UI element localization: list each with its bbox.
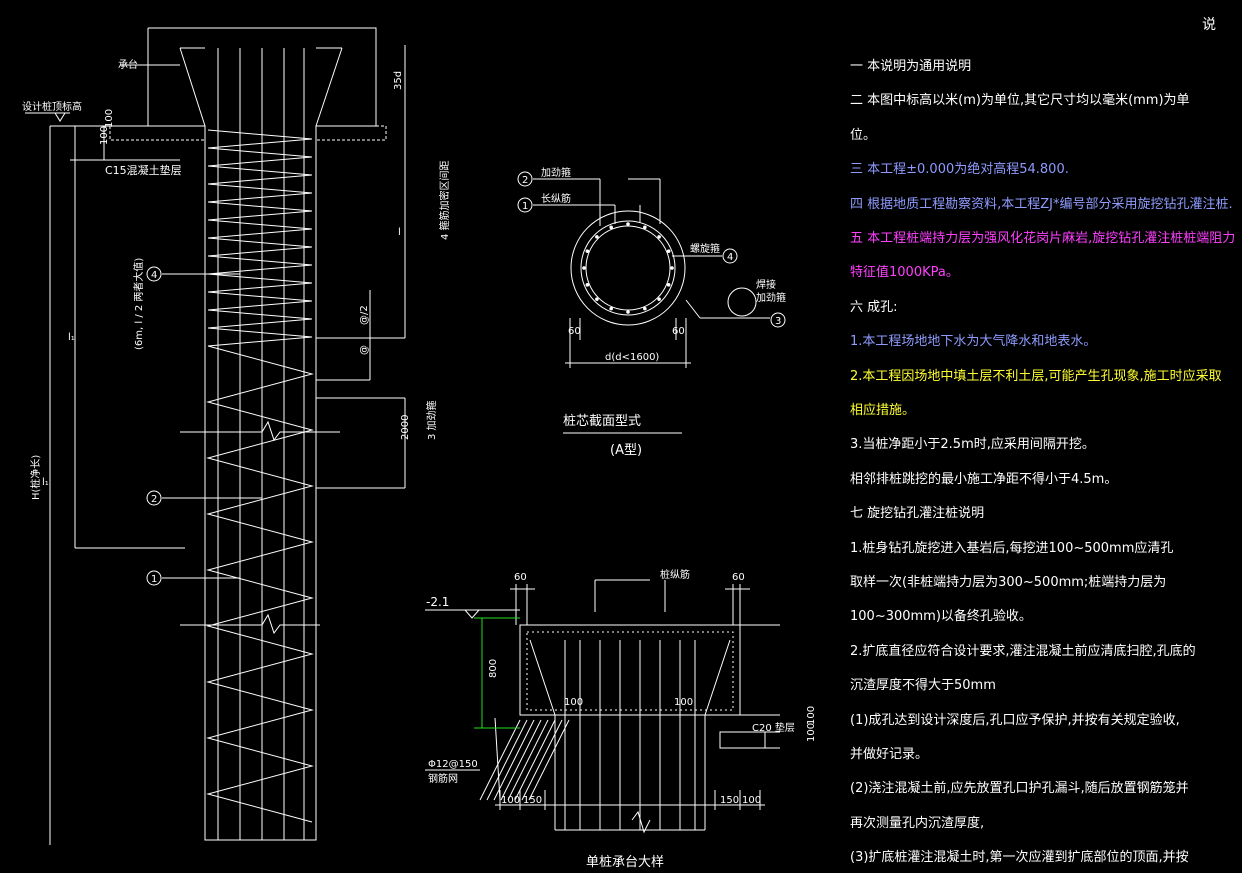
bar-dot — [609, 306, 613, 311]
mark-1: 1 — [151, 574, 157, 585]
note-line: 100~300mm)以备终孔验收。 — [850, 609, 1032, 625]
rebar-label: 桩纵筋 — [660, 568, 690, 581]
cap-detail-title: 单桩承台大样 — [586, 855, 664, 870]
dim-150-bottom-b: 150 — [720, 795, 739, 806]
section-mark-3: 3 — [775, 316, 781, 327]
c20-label: C20 垫层 — [752, 721, 795, 734]
note-line: 并做好记录。 — [850, 747, 929, 762]
bar-dot — [595, 235, 599, 239]
cap-labels: 60 60 桩纵筋 -2.1 800 100 100 C20 垫层 100 10… — [426, 568, 817, 870]
pile-elevation-drawing — [25, 27, 406, 845]
dim-60-b: 60 — [732, 572, 745, 583]
dim-60-a: 60 — [568, 326, 581, 337]
rebar-zone-label: 4 箍筋加密区间距 — [438, 160, 451, 240]
note-line: 1.本工程场地地下水为大气降水和地表水。 — [850, 334, 1097, 350]
dim-150-bottom-a: 150 — [523, 795, 542, 806]
note-line: 3.当桩净距小于2.5m时,应采用间隔开挖。 — [850, 437, 1095, 453]
stirrup-zigzag — [206, 129, 314, 823]
l1-note: (6m, l / 2 两者大值) — [132, 258, 145, 350]
note-line: (1)成孔达到设计深度后,孔口应予保护,并按有关规定验收, — [850, 712, 1180, 728]
note-line: 二 本图中标高以米(m)为单位,其它尺寸均以毫米(mm)为单 — [850, 93, 1190, 109]
spiral-stirrup-pattern — [206, 129, 314, 823]
bar-dot — [626, 310, 630, 314]
section-mark-1-label: 长纵筋 — [541, 192, 571, 205]
section-labels: 2 加劲箍 1 长纵筋 4 螺旋箍 3 焊接 加劲箍 60 60 d(d<160… — [522, 166, 786, 458]
note-line: 一 本说明为通用说明 — [850, 59, 972, 74]
bar-dot — [585, 283, 590, 287]
dim-35d: 35d — [393, 71, 404, 90]
bar-dot — [626, 222, 630, 226]
cap-hatch-lines — [479, 719, 570, 801]
pile-length-label: H(桩净长) — [29, 455, 42, 500]
stiff-hoop-label: 3 加劲箍 — [425, 400, 438, 440]
mark-2: 2 — [151, 494, 157, 505]
bar-dot — [609, 225, 613, 230]
note-line: 再次测量孔内沉渣厚度, — [850, 815, 985, 831]
dim-60-b: 60 — [672, 326, 685, 337]
note-line: 四 根据地质工程勘察资料,本工程ZJ*编号部分采用旋挖钻孔灌注桩. — [850, 196, 1233, 212]
dim-100-b: 100 — [104, 109, 115, 128]
dim-100-a: 100 — [564, 697, 583, 708]
section-mark-2-label: 加劲箍 — [541, 166, 571, 179]
section-mark-2: 2 — [522, 175, 528, 186]
dim-100-bottom-a: 100 — [501, 795, 520, 806]
ll-label: l₁ — [42, 477, 49, 488]
pile-section-drawing — [517, 171, 786, 434]
weld-label: 焊接 — [756, 278, 776, 291]
section-mark-1: 1 — [522, 201, 528, 212]
mark-4: 4 — [151, 270, 157, 281]
note-line: 五 本工程桩端持力层为强风化花岗片麻岩,旋挖钻孔灌注桩桩端阻力 — [850, 231, 1236, 246]
note-line: 相邻排桩跳挖的最小施工净距不得小于4.5m。 — [850, 471, 1118, 487]
bar-dot — [643, 306, 647, 311]
note-line: 三 本工程±0.000为绝对高程54.800. — [850, 162, 1069, 178]
mesh-sub-label: 钢筋网 — [428, 772, 458, 785]
elevation-label: -2.1 — [426, 595, 449, 609]
longitudinal-bars — [582, 222, 674, 314]
section-mark-4: 4 — [727, 252, 733, 263]
diameter-label: d(d<1600) — [605, 352, 659, 363]
note-line: 沉渣厚度不得大于50mm — [850, 678, 996, 694]
bar-dot — [582, 266, 586, 270]
section-title: 桩芯截面型式 — [563, 414, 641, 429]
note-line: 2.扩底直径应符合设计要求,灌注混凝土前应清底扫腔,孔底的 — [850, 643, 1196, 659]
design-top-label: 设计桩顶标高 — [22, 100, 82, 113]
mesh-label: Φ12@150 — [428, 759, 478, 770]
bar-dot — [595, 297, 599, 301]
bar-dot — [585, 249, 590, 253]
at-label: @ — [359, 345, 370, 355]
note-line: 取样一次(非桩端持力层为300~500mm;桩端持力层为 — [850, 575, 1167, 590]
note-line: 七 旋挖钻孔灌注桩说明 — [850, 506, 985, 522]
dim-2000: 2000 — [400, 415, 411, 440]
bar-dot — [670, 266, 674, 270]
corner-char: 说 — [1202, 17, 1216, 33]
l1-label: l₁ — [68, 332, 75, 343]
dim-60-a: 60 — [514, 572, 527, 583]
bar-dot — [643, 225, 647, 230]
cushion-label: C15混凝土垫层 — [105, 163, 182, 177]
bar-dot — [657, 297, 661, 301]
bar-dot — [666, 249, 671, 253]
section-subtitle: (A型) — [610, 443, 642, 458]
note-line: 六 成孔: — [850, 299, 898, 315]
section-mark-4-label: 螺旋箍 — [690, 242, 720, 255]
note-line: (3)扩底桩灌注混凝土时,第一次应灌到扩底部位的顶面,并按 — [850, 850, 1189, 866]
note-line: 特征值1000KPa。 — [850, 265, 959, 281]
dim-100-b: 100 — [674, 697, 693, 708]
cap-label: 承台 — [118, 58, 138, 71]
note-line: 相应措施。 — [850, 403, 916, 418]
dim-800: 800 — [488, 659, 499, 678]
stiff-hoop-label: 加劲箍 — [756, 291, 786, 304]
note-line: (2)浇注混凝土前,应先放置孔口护孔漏斗,随后放置钢筋笼并 — [850, 781, 1189, 797]
note-line: 位。 — [850, 127, 877, 143]
dim-100-c: 100 — [806, 706, 817, 725]
bar-dot — [666, 283, 671, 287]
note-line: 1.桩身钻孔旋挖进入基岩后,每挖进100~500mm应清孔 — [850, 540, 1174, 556]
at2-label: @/2 — [359, 305, 370, 325]
dim-100-d: 100 — [806, 723, 817, 742]
l-label: l — [398, 227, 401, 238]
bar-dot — [657, 235, 661, 239]
dim-100-bottom-b: 100 — [742, 795, 761, 806]
note-line: 2.本工程因场地中填土层不利土层,可能产生孔现象,施工时应采取 — [850, 368, 1222, 384]
